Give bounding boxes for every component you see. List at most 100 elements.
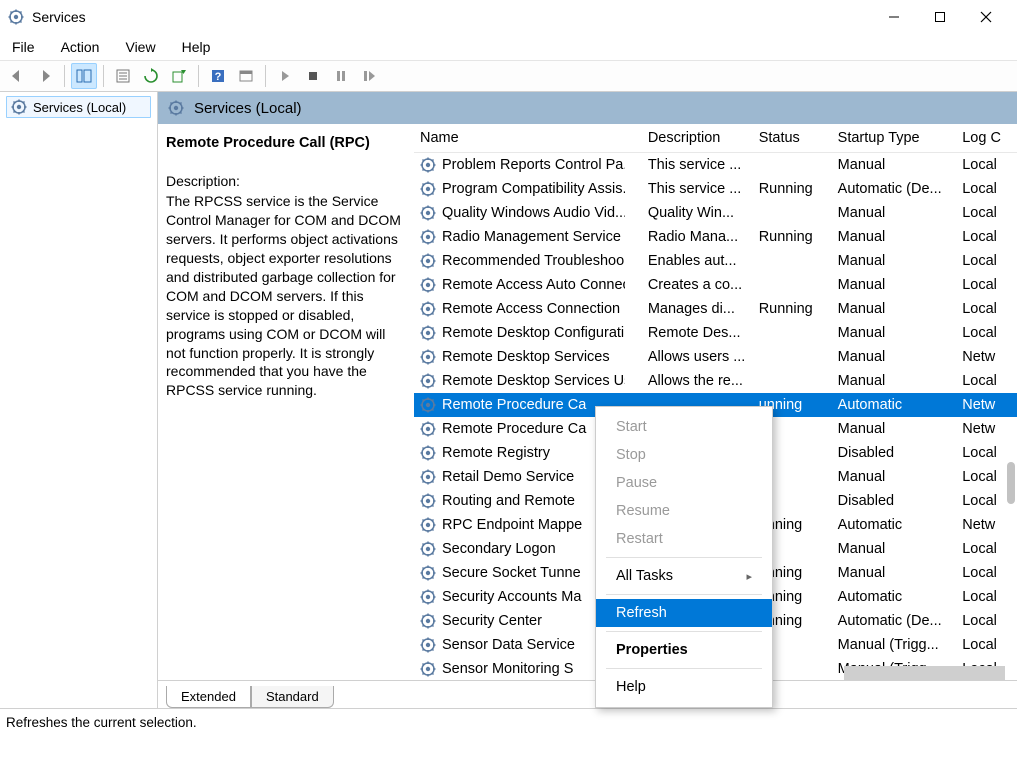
service-startup: Manual [832,225,957,249]
menu-bar: File Action View Help [0,34,1017,60]
col-name[interactable]: Name [414,124,642,153]
gear-icon [420,181,436,197]
service-name: Remote Procedure Ca [442,397,586,413]
col-status[interactable]: Status [753,124,832,153]
table-row[interactable]: Quality Windows Audio Vid...Quality Win.… [414,201,1017,225]
gear-icon [420,613,436,629]
service-startup: Manual [832,201,957,225]
column-headers[interactable]: Name Description Status Startup Type Log… [414,124,1017,153]
stop-button[interactable] [300,63,326,89]
service-desc: Allows users ... [642,345,753,369]
show-hide-tree-button[interactable] [71,63,97,89]
gear-icon [420,325,436,341]
service-startup: Manual [832,297,957,321]
tab-extended[interactable]: Extended [166,686,251,708]
ctx-pause[interactable]: Pause [596,469,772,497]
gear-icon [420,469,436,485]
ctx-resume[interactable]: Resume [596,497,772,525]
gear-icon [420,253,436,269]
gear-icon [11,99,27,115]
service-logon: Netw [956,513,1017,537]
play-button[interactable] [272,63,298,89]
tree-root-item[interactable]: Services (Local) [6,96,151,118]
service-startup: Automatic (De... [832,177,957,201]
ctx-restart[interactable]: Restart [596,525,772,553]
help-button[interactable]: ? [205,63,231,89]
service-startup: Manual [832,417,957,441]
ctx-refresh[interactable]: Refresh [596,599,772,627]
service-status [753,153,832,177]
restart-button[interactable] [356,63,382,89]
main-header-title: Services (Local) [194,100,302,117]
ctx-stop[interactable]: Stop [596,441,772,469]
menu-action[interactable]: Action [57,37,104,57]
nav-back-button[interactable] [4,63,30,89]
gear-icon [420,661,436,677]
tree-panel: Services (Local) [0,92,158,708]
service-name: Program Compatibility Assis... [442,181,625,197]
minimize-button[interactable] [871,2,917,32]
service-startup: Manual [832,249,957,273]
gear-icon [420,421,436,437]
horizontal-scrollbar[interactable] [844,666,1005,680]
export-list-button[interactable] [166,63,192,89]
service-startup: Automatic [832,393,957,417]
refresh-button[interactable] [138,63,164,89]
service-name: Remote Procedure Ca [442,421,586,437]
service-logon: Local [956,537,1017,561]
toolbar: ? [0,60,1017,92]
gear-icon [420,493,436,509]
table-row[interactable]: Problem Reports Control Pa...This servic… [414,153,1017,177]
gear-icon [420,565,436,581]
service-startup: Automatic (De... [832,609,957,633]
table-row[interactable]: Remote Desktop Configurati...Remote Des.… [414,321,1017,345]
svg-text:?: ? [215,71,222,83]
gear-icon [420,445,436,461]
close-button[interactable] [963,2,1009,32]
service-name: Retail Demo Service [442,469,574,485]
service-status [753,345,832,369]
ctx-help[interactable]: Help [596,673,772,701]
service-startup: Automatic [832,585,957,609]
table-row[interactable]: Radio Management ServiceRadio Mana...Run… [414,225,1017,249]
col-logon[interactable]: Log C [956,124,1017,153]
service-startup: Manual [832,153,957,177]
service-status: Running [753,177,832,201]
service-name: Remote Access Connection ... [442,301,625,317]
properties-button[interactable] [110,63,136,89]
ctx-all-tasks[interactable]: All Tasks▸ [596,562,772,590]
service-status [753,321,832,345]
maximize-button[interactable] [917,2,963,32]
col-description[interactable]: Description [642,124,753,153]
col-startup[interactable]: Startup Type [832,124,957,153]
service-name: Sensor Monitoring S [442,661,573,677]
table-row[interactable]: Remote Access Auto Connec...Creates a co… [414,273,1017,297]
status-bar: Refreshes the current selection. [0,708,1017,736]
menu-view[interactable]: View [121,37,159,57]
vertical-scrollbar[interactable] [1007,462,1015,504]
table-row[interactable]: Remote Desktop ServicesAllows users ...M… [414,345,1017,369]
service-startup: Automatic [832,513,957,537]
service-name: Routing and Remote [442,493,575,509]
menu-file[interactable]: File [8,37,39,57]
nav-forward-button[interactable] [32,63,58,89]
ctx-start[interactable]: Start [596,413,772,441]
service-logon: Local [956,321,1017,345]
table-row[interactable]: Remote Access Connection ...Manages di..… [414,297,1017,321]
gear-icon [420,373,436,389]
service-desc: Remote Des... [642,321,753,345]
service-desc: This service ... [642,177,753,201]
service-startup: Manual [832,369,957,393]
service-name: Secure Socket Tunne [442,565,581,581]
action-button[interactable] [233,63,259,89]
menu-help[interactable]: Help [178,37,215,57]
pause-button[interactable] [328,63,354,89]
service-startup: Manual [832,537,957,561]
view-tabs: Extended Standard [158,680,1017,708]
table-row[interactable]: Remote Desktop Services Us...Allows the … [414,369,1017,393]
tab-standard[interactable]: Standard [251,686,334,708]
service-logon: Local [956,441,1017,465]
table-row[interactable]: Recommended Troubleshoo...Enables aut...… [414,249,1017,273]
ctx-properties[interactable]: Properties [596,636,772,664]
table-row[interactable]: Program Compatibility Assis... This servi… [414,177,1017,201]
